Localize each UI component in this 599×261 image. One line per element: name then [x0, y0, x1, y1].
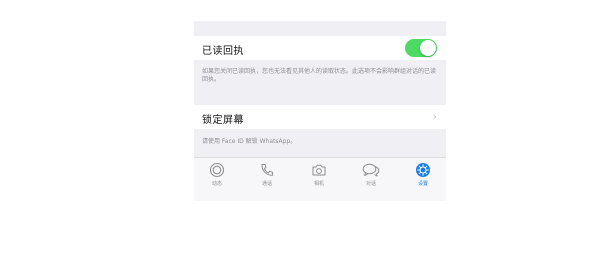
toggle-knob	[420, 40, 436, 56]
read-receipts-row[interactable]: 已读回执	[194, 36, 446, 60]
screen-lock-note: 请使用 Face ID 解锁 WhatsApp。	[202, 138, 297, 145]
camera-icon	[312, 164, 326, 176]
tab-status[interactable]: 动态	[197, 162, 237, 198]
section-gap	[194, 21, 446, 36]
screen-lock-label: 锁定屏幕	[202, 115, 244, 126]
chats-icon	[362, 163, 380, 177]
settings-screen: 已读回执 如果您关闭已读回执，您也无法看见其他人的读取状态。此选项不会影响群组对…	[194, 21, 446, 201]
tab-camera[interactable]: 相机	[299, 162, 339, 198]
screen-lock-row[interactable]: 锁定屏幕 ›	[194, 105, 446, 129]
chevron-right-icon: ›	[432, 110, 437, 123]
status-icon	[209, 162, 225, 178]
read-receipts-note: 如果您关闭已读回执，您也无法看见其他人的读取状态。此选项不会影响群组对话的已读回…	[202, 68, 437, 83]
read-receipts-label: 已读回执	[202, 46, 244, 57]
tab-status-label: 动态	[211, 181, 222, 187]
read-receipts-toggle[interactable]	[405, 39, 437, 57]
tab-calls[interactable]: 通话	[247, 162, 287, 198]
settings-icon	[416, 163, 430, 177]
tab-camera-label: 相机	[313, 181, 324, 187]
phone-icon	[261, 164, 274, 176]
tab-chats[interactable]: 对话	[351, 162, 391, 198]
tab-calls-label: 通话	[261, 181, 272, 187]
tab-chats-label: 对话	[365, 181, 376, 187]
tab-bar: 动态 通话 相机 对话 设置	[194, 157, 446, 201]
tab-settings[interactable]: 设置	[403, 162, 443, 198]
tab-settings-label: 设置	[417, 181, 428, 187]
